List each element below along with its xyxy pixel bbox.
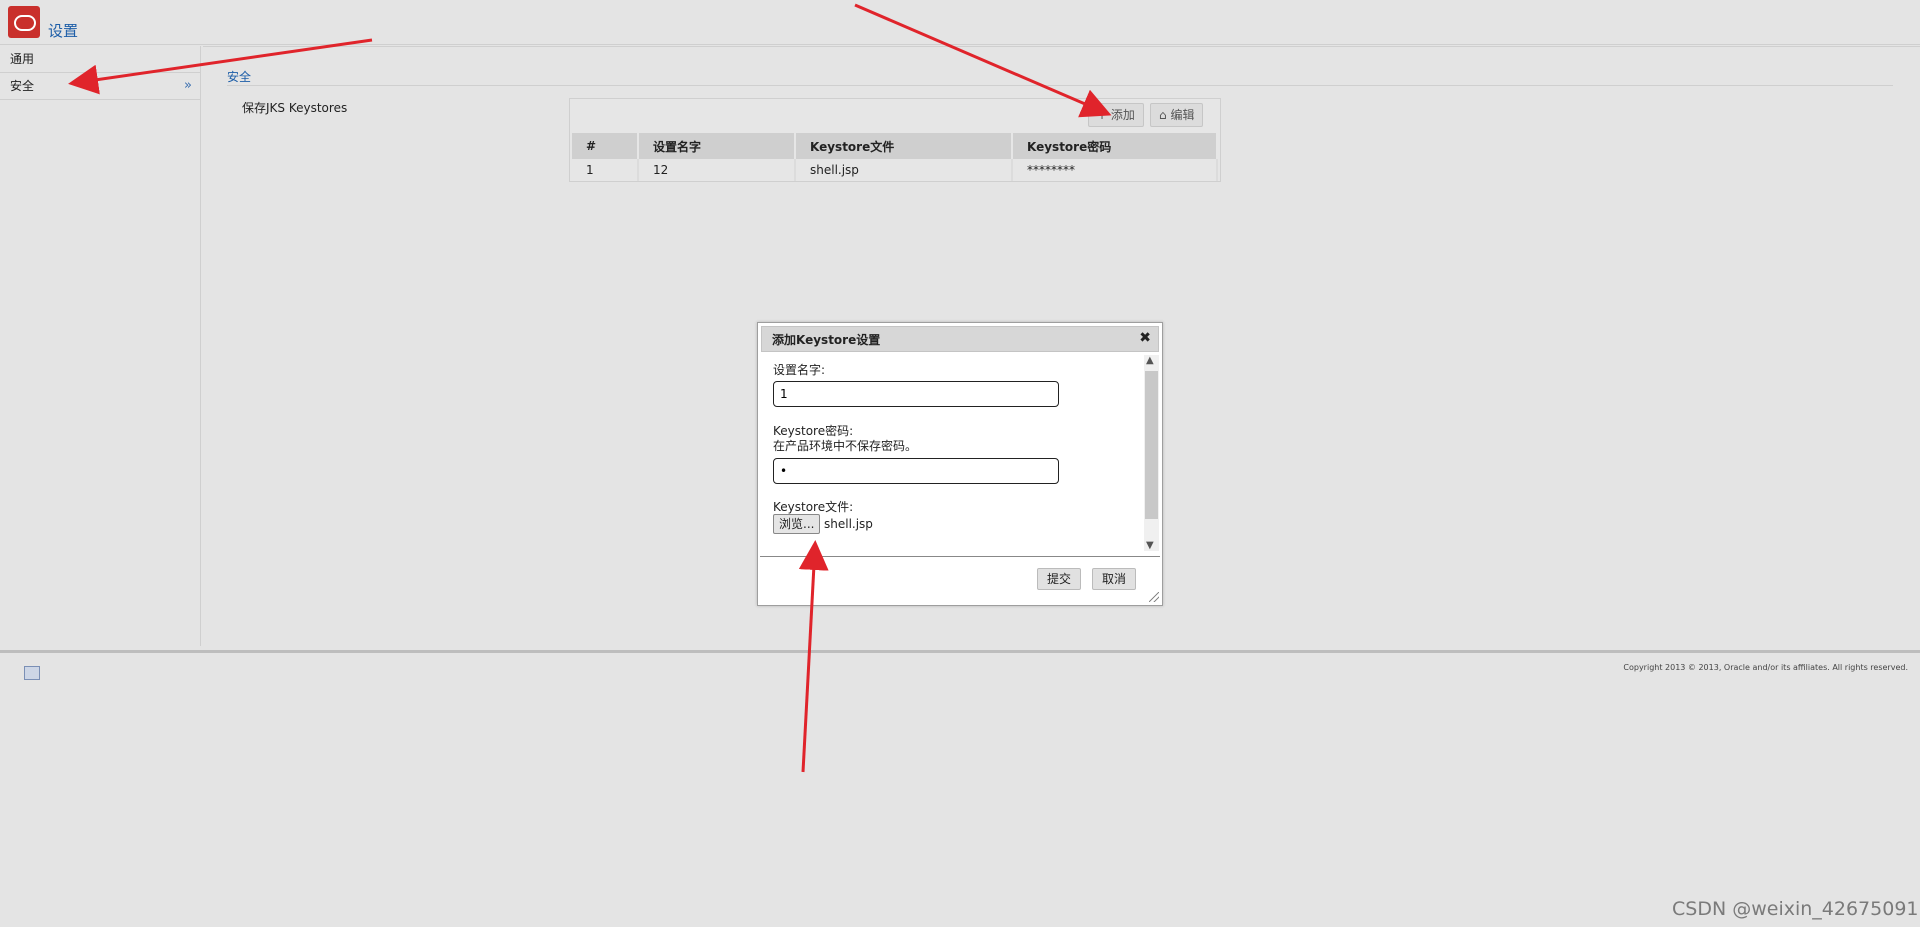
- annotation-arrow: [854, 3, 1112, 118]
- watermark: CSDN @weixin_42675091: [1672, 898, 1919, 920]
- annotation-arrow: [798, 540, 829, 773]
- annotation-arrows: [68, 3, 1112, 773]
- annotation-arrow: [68, 38, 373, 95]
